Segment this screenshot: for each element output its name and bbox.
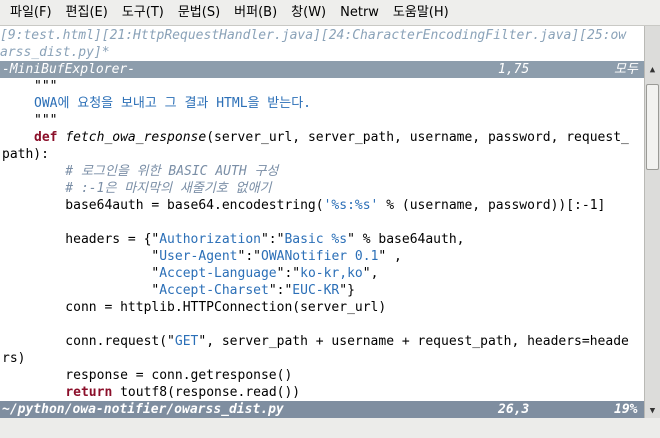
scroll-up-icon[interactable]: ▲ — [646, 64, 659, 77]
buffer-list-line[interactable]: [9:test.html][21:HttpRequestHandler.java… — [0, 27, 644, 44]
menu-netrw[interactable]: Netrw — [334, 0, 385, 26]
code-text: conn.request("GET", server_path + userna… — [34, 333, 629, 350]
file-status-line: ~/python/owa-notifier/owarss_dist.py 26,… — [0, 401, 644, 418]
code-fragment: " — [34, 283, 160, 298]
code-text: response = conn.getresponse() — [34, 368, 293, 383]
cursor-position: 26,3 — [498, 402, 530, 417]
minibuf-cursor-position: 1,75 — [498, 62, 530, 77]
code-fragment: headers = {" — [34, 232, 160, 247]
code-fragment: "} — [339, 283, 355, 298]
comment: # :-1은 마지막의 새줄기호 없애기 — [34, 181, 272, 196]
function-name: fetch_owa_response — [65, 130, 207, 145]
string-literal: User-Agent — [159, 249, 238, 264]
code-line[interactable]: 29 def fetch_owa_response(server_url, se… — [0, 129, 644, 146]
minibuf-status-line: -MiniBufExplorer- 1,75 모두 — [0, 61, 644, 78]
code-text: """ — [34, 113, 58, 128]
code-fragment: ":" — [260, 232, 285, 247]
string-literal: Accept-Charset — [159, 283, 269, 298]
code-text: """ — [34, 78, 57, 95]
code-text: "Accept-Language":"ko-kr,ko", — [34, 265, 378, 282]
string-literal: OWANotifier 0.1 — [261, 249, 379, 264]
scroll-percent: 19% — [614, 402, 638, 417]
code-fragment: " — [34, 266, 160, 281]
code-fragment: ", server_path + username + request_path… — [198, 334, 629, 349]
keyword: def — [34, 130, 58, 145]
minibuf-scroll-percent: 모두 — [614, 62, 638, 77]
code-text: headers = {"Authorization":"Basic %s" % … — [34, 231, 465, 248]
string-literal: EUC-KR — [292, 283, 340, 298]
docstring-text: OWA에 요청을 보내고 그 결과 HTML을 받는다. — [34, 96, 312, 111]
docstring-quote: """ — [34, 79, 58, 94]
code-line[interactable]: 34 headers = {"Authorization":"Basic %s"… — [0, 231, 644, 248]
vertical-scrollbar[interactable]: ▲ ▼ — [644, 26, 660, 418]
menu-bar: 파일(F) 편집(E) 도구(T) 문법(S) 버퍼(B) 창(W) Netrw… — [0, 0, 660, 26]
code-line[interactable]: 37 "Accept-Charset":"EUC-KR"} — [0, 282, 644, 299]
menu-edit[interactable]: 편집(E) — [60, 0, 114, 26]
code-fragment: conn.request(" — [34, 334, 175, 349]
code-line[interactable]: 38 conn = httplib.HTTPConnection(server_… — [0, 299, 644, 316]
code-line[interactable]: 41 response = conn.getresponse() — [0, 367, 644, 384]
code-fragment: ":" — [276, 266, 301, 281]
string-literal: '%s:%s' — [323, 198, 379, 213]
code-line[interactable]: 32 base64auth = base64.encodestring('%s:… — [0, 197, 644, 214]
code-line[interactable]: 36 "Accept-Language":"ko-kr,ko", — [0, 265, 644, 282]
wrapped-text: rs) — [2, 351, 26, 366]
code-line[interactable]: 27 OWA에 요청을 보내고 그 결과 HTML을 받는다. — [0, 95, 644, 112]
wrapped-text: path): — [2, 147, 49, 162]
code-text: base64auth = base64.encodestring('%s:%s'… — [34, 197, 605, 214]
code-line[interactable]: 42 return toutf8(response.read()) — [0, 384, 644, 401]
code-fragment: ", — [362, 266, 379, 281]
code-text: conn = httplib.HTTPConnection(server_url… — [34, 300, 387, 315]
string-literal: Accept-Language — [159, 266, 277, 281]
menu-help[interactable]: 도움말(H) — [387, 0, 455, 26]
scrollbar-thumb[interactable] — [646, 84, 659, 170]
code-fragment: (server_url, server_path, username, pass… — [206, 130, 629, 145]
string-literal: Authorization — [159, 232, 261, 247]
editor-area[interactable]: [9:test.html][21:HttpRequestHandler.java… — [0, 26, 644, 418]
code-fragment: ":" — [237, 249, 261, 264]
code-fragment: " , — [378, 249, 402, 264]
code-text: "User-Agent":"OWANotifier 0.1" , — [34, 248, 402, 265]
string-literal: Basic %s — [284, 232, 348, 247]
menu-file[interactable]: 파일(F) — [4, 0, 58, 26]
menu-tools[interactable]: 도구(T) — [116, 0, 170, 26]
code-text: "Accept-Charset":"EUC-KR"} — [34, 282, 355, 299]
code-fragment: " — [34, 249, 160, 264]
scroll-down-icon[interactable]: ▼ — [646, 405, 659, 418]
menu-buffers[interactable]: 버퍼(B) — [228, 0, 283, 26]
code-fragment: " % base64auth, — [347, 232, 465, 247]
menu-syntax[interactable]: 문법(S) — [172, 0, 226, 26]
code-line[interactable]: 40 conn.request("GET", server_path + use… — [0, 333, 644, 350]
code-line[interactable]: 26 """ — [0, 78, 644, 95]
code-text: return toutf8(response.read()) — [34, 384, 300, 401]
file-path: ~/python/owa-notifier/owarss_dist.py — [2, 402, 284, 417]
code-fragment: % (username, password))[:-1] — [378, 198, 606, 213]
code-fragment: base64auth = base64.encodestring( — [34, 198, 324, 213]
code-line[interactable]: 35 "User-Agent":"OWANotifier 0.1" , — [0, 248, 644, 265]
code-text: def fetch_owa_response(server_url, serve… — [34, 129, 629, 146]
comment: # 로그인을 위한 BASIC AUTH 구성 — [34, 164, 279, 179]
code-line[interactable]: 33 — [0, 214, 644, 231]
minibuf-name: -MiniBufExplorer- — [2, 62, 136, 77]
command-line[interactable] — [0, 418, 660, 438]
menu-window[interactable]: 창(W) — [285, 0, 332, 26]
buffer-list-line[interactable]: arss_dist.py]* — [0, 44, 644, 61]
code-line[interactable]: 30 # 로그인을 위한 BASIC AUTH 구성 — [0, 163, 644, 180]
code-line[interactable]: 28 """ — [0, 112, 644, 129]
code-line[interactable]: 39 — [0, 316, 644, 333]
keyword: return — [65, 385, 113, 400]
code-fragment: ":" — [268, 283, 293, 298]
code-line[interactable]: 31 # :-1은 마지막의 새줄기호 없애기 — [0, 180, 644, 197]
code-fragment: toutf8(response.read()) — [112, 385, 301, 400]
code-line-wrap[interactable]: path): — [0, 146, 644, 163]
code-fragment — [34, 385, 65, 400]
string-literal: ko-kr,ko — [300, 266, 363, 281]
string-literal: GET — [174, 334, 199, 349]
code-line-wrap[interactable]: rs) — [0, 350, 644, 367]
